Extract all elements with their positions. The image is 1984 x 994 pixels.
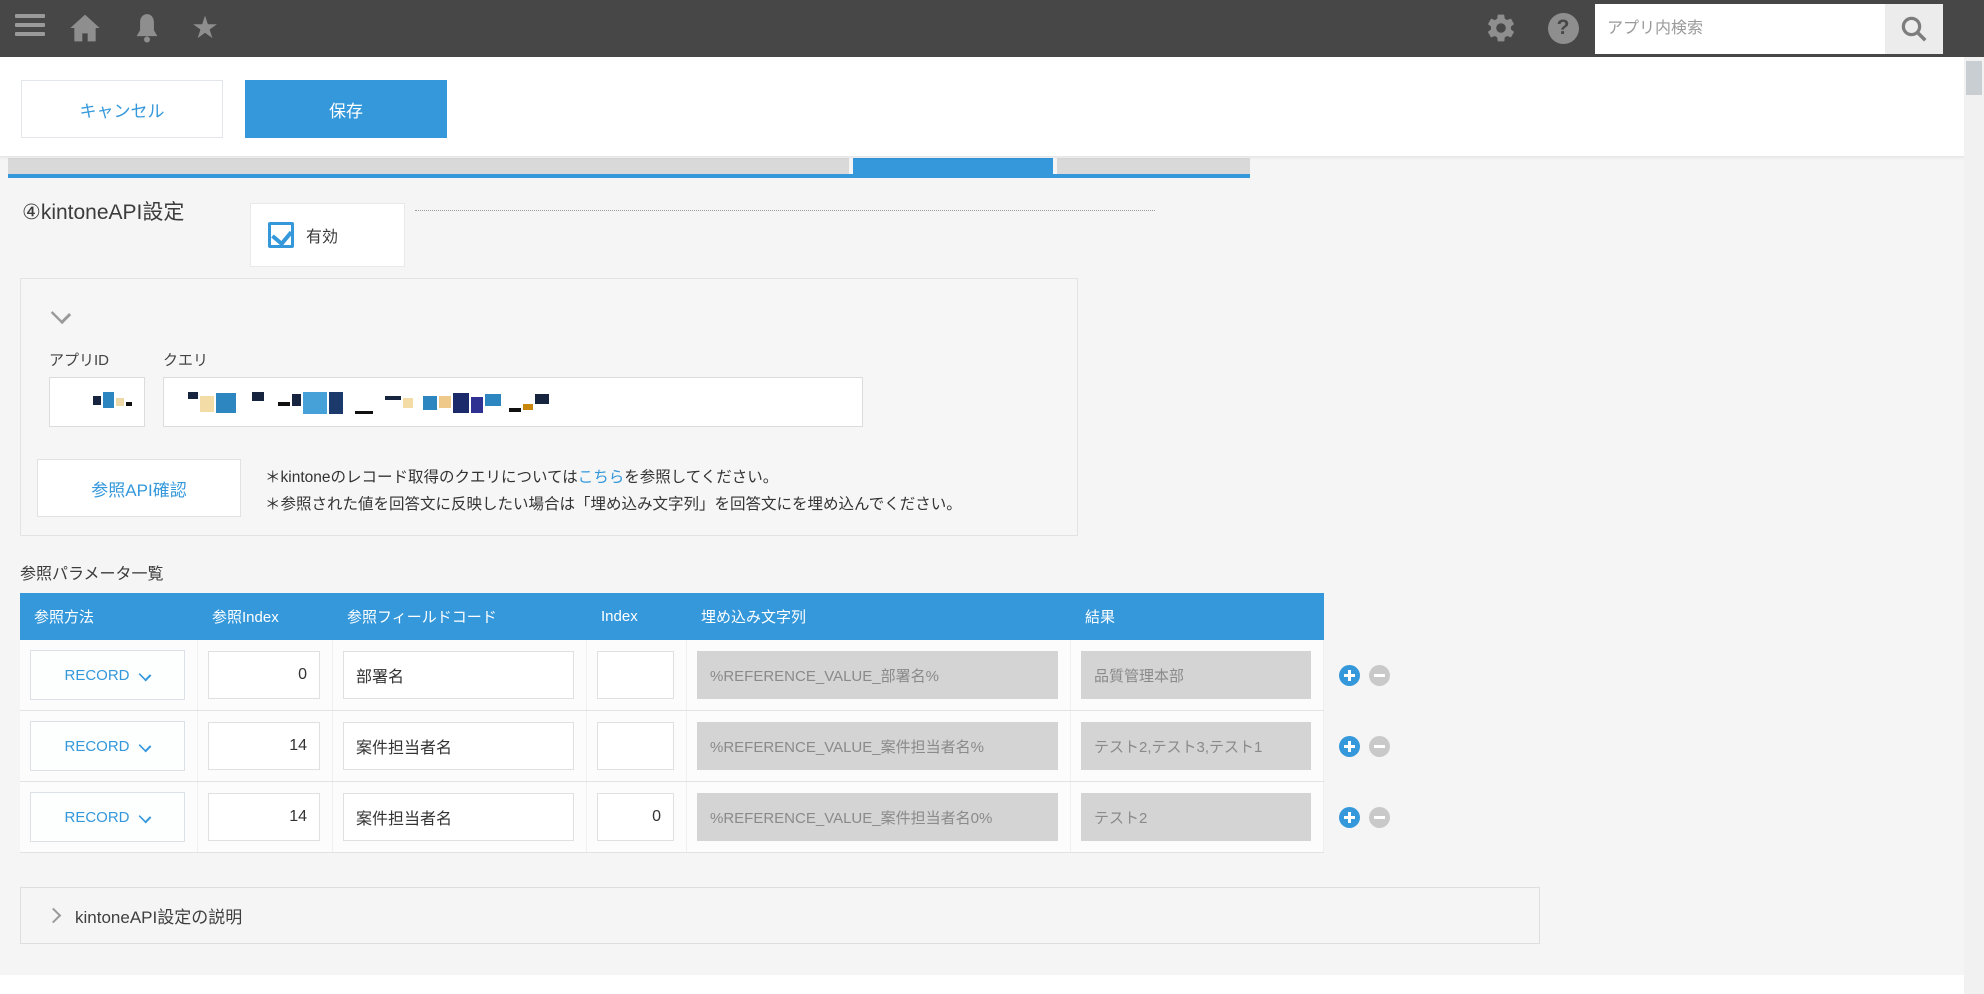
table-row: RECORD 14 案件担当者名 %REFERENCE_VALUE_案件担当者名… bbox=[20, 711, 1324, 782]
api-description-expander[interactable]: kintoneAPI設定の説明 bbox=[20, 887, 1540, 944]
result-output: テスト2 bbox=[1081, 793, 1311, 841]
parameter-list-title: 参照パラメータ一覧 bbox=[20, 560, 164, 584]
enabled-label: 有効 bbox=[306, 223, 338, 247]
note1-post: を参照してください。 bbox=[624, 469, 778, 486]
col-header-ref-index: 参照Index bbox=[198, 606, 333, 627]
result-output: テスト2,テスト3,テスト1 bbox=[1081, 722, 1311, 770]
remove-row-button[interactable] bbox=[1369, 665, 1390, 686]
table-header-row: 参照方法 参照Index 参照フィールドコード Index 埋め込み文字列 結果 bbox=[20, 593, 1324, 640]
ref-index-input[interactable]: 14 bbox=[208, 722, 320, 770]
enabled-checkbox[interactable] bbox=[268, 222, 294, 248]
panel-notes: ＊kintoneのレコード取得のクエリについてはこちらを参照してください。 ＊参… bbox=[265, 464, 962, 518]
note-line-2: ＊参照された値を回答文に反映したい場合は「埋め込み文字列」を回答文にを埋め込んで… bbox=[265, 491, 962, 518]
index-input[interactable] bbox=[597, 722, 674, 770]
chevron-right-icon bbox=[47, 909, 61, 923]
vertical-scrollbar bbox=[1964, 57, 1984, 994]
favorites-star-icon[interactable]: ★ bbox=[188, 11, 222, 45]
field-code-input[interactable]: 部署名 bbox=[343, 651, 574, 699]
search-icon bbox=[1899, 14, 1929, 44]
chevron-down-icon bbox=[140, 670, 151, 681]
hamburger-menu-icon[interactable] bbox=[15, 14, 45, 42]
api-description-label: kintoneAPI設定の説明 bbox=[75, 903, 242, 928]
method-select[interactable]: RECORD bbox=[30, 792, 185, 842]
add-row-button[interactable] bbox=[1339, 736, 1360, 757]
field-code-input[interactable]: 案件担当者名 bbox=[343, 722, 574, 770]
app-search bbox=[1595, 4, 1943, 54]
search-button[interactable] bbox=[1885, 4, 1943, 54]
search-input[interactable] bbox=[1595, 4, 1885, 54]
tab-underline bbox=[8, 174, 1250, 178]
redacted-query-value bbox=[164, 378, 862, 426]
col-header-embed-string: 埋め込み文字列 bbox=[687, 606, 1071, 627]
query-input[interactable] bbox=[163, 377, 863, 427]
enabled-checkbox-group: 有効 bbox=[250, 203, 405, 267]
col-header-field-code: 参照フィールドコード bbox=[333, 606, 587, 627]
method-select[interactable]: RECORD bbox=[30, 650, 185, 700]
remove-row-button[interactable] bbox=[1369, 807, 1390, 828]
notifications-bell-icon[interactable] bbox=[130, 11, 164, 45]
settings-gear-icon[interactable] bbox=[1484, 11, 1518, 45]
method-select[interactable]: RECORD bbox=[30, 721, 185, 771]
chevron-down-icon bbox=[140, 812, 151, 823]
page-title: ④kintoneAPI設定 bbox=[22, 196, 184, 226]
cancel-button[interactable]: キャンセル bbox=[21, 80, 223, 138]
ref-index-input[interactable]: 0 bbox=[208, 651, 320, 699]
kintone-api-panel: アプリID クエリ 参照API確認 ＊kintoneのレコード取得のクエリについ… bbox=[20, 278, 1078, 536]
add-row-button[interactable] bbox=[1339, 807, 1360, 828]
kochira-link[interactable]: こちら bbox=[578, 469, 625, 486]
scrollbar-thumb[interactable] bbox=[1966, 61, 1982, 95]
check-reference-api-button[interactable]: 参照API確認 bbox=[37, 459, 241, 517]
toolbar-band: キャンセル 保存 bbox=[0, 57, 1984, 157]
embed-string-output: %REFERENCE_VALUE_案件担当者名0% bbox=[697, 793, 1058, 841]
home-icon[interactable] bbox=[68, 11, 102, 45]
note-line-1: ＊kintoneのレコード取得のクエリについてはこちらを参照してください。 bbox=[265, 464, 962, 491]
ref-index-input[interactable]: 14 bbox=[208, 793, 320, 841]
add-row-button[interactable] bbox=[1339, 665, 1360, 686]
embed-string-output: %REFERENCE_VALUE_部署名% bbox=[697, 651, 1058, 699]
app-id-input[interactable] bbox=[49, 377, 145, 427]
tab-divider bbox=[1053, 158, 1057, 174]
table-row: RECORD 0 部署名 %REFERENCE_VALUE_部署名% 品質管理本… bbox=[20, 640, 1324, 711]
method-value: RECORD bbox=[64, 667, 129, 684]
reference-parameter-table: 参照方法 参照Index 参照フィールドコード Index 埋め込み文字列 結果… bbox=[20, 593, 1324, 853]
col-header-method: 参照方法 bbox=[20, 606, 198, 627]
redacted-app-id-value bbox=[50, 378, 144, 426]
tab-divider bbox=[849, 158, 853, 174]
field-code-input[interactable]: 案件担当者名 bbox=[343, 793, 574, 841]
settings-tab-bar bbox=[8, 158, 1250, 178]
method-value: RECORD bbox=[64, 809, 129, 826]
save-button[interactable]: 保存 bbox=[245, 80, 447, 138]
index-input[interactable] bbox=[597, 651, 674, 699]
chevron-down-icon bbox=[140, 741, 151, 752]
collapse-chevron-down-icon[interactable] bbox=[51, 303, 71, 323]
inactive-tabs-strip[interactable] bbox=[8, 158, 1250, 174]
query-label: クエリ bbox=[163, 349, 208, 370]
help-icon[interactable]: ? bbox=[1546, 11, 1580, 45]
help-glyph: ? bbox=[1548, 13, 1579, 44]
result-output: 品質管理本部 bbox=[1081, 651, 1311, 699]
top-navigation-bar: ★ ? bbox=[0, 0, 1984, 57]
col-header-result: 結果 bbox=[1071, 606, 1324, 627]
embed-string-output: %REFERENCE_VALUE_案件担当者名% bbox=[697, 722, 1058, 770]
col-header-index: Index bbox=[587, 608, 687, 625]
method-value: RECORD bbox=[64, 738, 129, 755]
dotted-divider bbox=[415, 210, 1155, 211]
note1-pre: ＊kintoneのレコード取得のクエリについては bbox=[265, 469, 578, 486]
app-id-label: アプリID bbox=[49, 349, 109, 370]
table-row: RECORD 14 案件担当者名 0 %REFERENCE_VALUE_案件担当… bbox=[20, 782, 1324, 853]
remove-row-button[interactable] bbox=[1369, 736, 1390, 757]
bottom-strip bbox=[0, 975, 1984, 994]
index-input[interactable]: 0 bbox=[597, 793, 674, 841]
